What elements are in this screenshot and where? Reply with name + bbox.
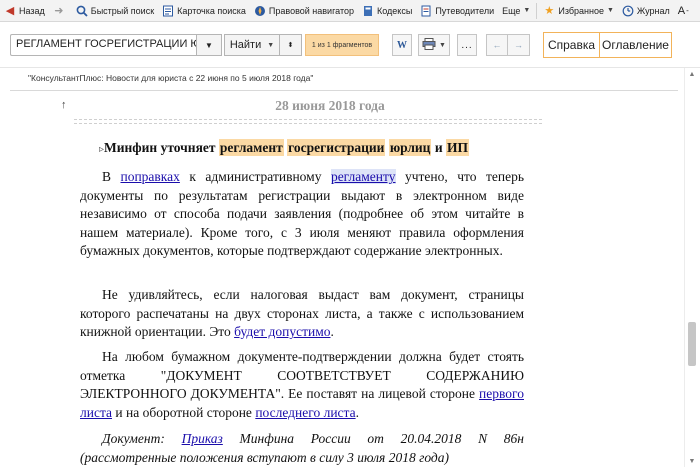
chevron-down-icon: ▼ xyxy=(606,7,614,14)
print-button[interactable]: ▼ xyxy=(418,34,450,56)
favorites-icon: ★ xyxy=(544,4,555,17)
ellipsis-icon: ... xyxy=(461,39,473,51)
more-menu-label: Еще xyxy=(502,5,521,16)
paragraph: В поправках к административному регламен… xyxy=(80,168,524,261)
arrow-right-icon: → xyxy=(514,40,523,50)
favorites-label: Избранное xyxy=(558,5,604,16)
up-down-icon: ⬍ xyxy=(287,42,294,49)
link-permissible[interactable]: будет допустимо xyxy=(234,324,330,339)
font-size-letter: A xyxy=(677,4,686,17)
match-count-badge: 1 из 1 фрагментов xyxy=(305,34,379,56)
toolbar-divider xyxy=(536,2,538,19)
search-highlight: юрлиц xyxy=(388,139,432,156)
paragraph-text: . xyxy=(355,404,359,420)
dashed-divider xyxy=(74,119,542,120)
find-button-label: Найти xyxy=(229,39,262,51)
quick-search-button[interactable]: Быстрый поиск xyxy=(72,0,158,22)
article-title: Минфин уточняет регламент госрегистрации… xyxy=(104,139,524,156)
back-button-label: Назад xyxy=(19,5,45,16)
search-bar: РЕГЛАМЕНТ ГОСРЕГИСТРАЦИИ ЮРЛИЦ ▼ Найти ▼… xyxy=(0,22,700,68)
journal-button[interactable]: Журнал xyxy=(618,0,674,22)
codes-icon xyxy=(362,5,374,17)
back-button[interactable]: ◀ Назад xyxy=(0,0,49,22)
document-view: "КонсультантПлюс: Новости для юриста с 2… xyxy=(0,68,700,467)
codes-label: Кодексы xyxy=(377,5,413,16)
font-size-button[interactable]: A - xyxy=(674,0,693,22)
arrow-left-icon: ← xyxy=(492,40,502,50)
legal-navigator-icon xyxy=(254,5,266,17)
word-icon: W xyxy=(397,39,407,51)
link-order[interactable]: Приказ xyxy=(182,431,223,446)
paragraph: На любом бумажном документе-подтверждени… xyxy=(80,348,524,422)
chevron-down-icon: ▼ xyxy=(523,7,531,14)
journal-label: Журнал xyxy=(636,5,670,16)
paragraph-text: На любом бумажном документе-подтверждени… xyxy=(80,349,524,402)
header-divider xyxy=(10,90,678,91)
forward-arrow-icon: ➜ xyxy=(54,4,64,17)
search-card-icon xyxy=(162,5,174,17)
legal-navigator-label: Правовой навигатор xyxy=(268,5,354,16)
search-history-dropdown[interactable]: ▼ xyxy=(196,34,222,56)
main-toolbar: ◀ Назад ➜ Быстрый поиск Карточка поиска … xyxy=(0,0,700,22)
chevron-down-icon: ▼ xyxy=(267,41,275,49)
tab-contents[interactable]: Оглавление xyxy=(599,32,672,58)
search-highlight: регламент xyxy=(218,139,284,156)
document-reference: Документ: Приказ Минфина России от 20.04… xyxy=(80,430,524,467)
journal-icon xyxy=(622,5,634,17)
more-menu-button[interactable]: Еще ▼ xyxy=(498,0,534,22)
paragraph-text: . xyxy=(330,324,334,340)
find-step-button[interactable]: ⬍ xyxy=(280,34,302,56)
paragraph-text: Документ: xyxy=(102,431,182,446)
prev-document-button[interactable]: ← xyxy=(486,34,508,56)
link-last-page[interactable]: последнего листа xyxy=(255,405,355,420)
more-options-button[interactable]: ... xyxy=(457,34,477,56)
codes-button[interactable]: Кодексы xyxy=(358,0,416,22)
paragraph-text: к административному xyxy=(179,169,331,184)
guides-icon xyxy=(420,5,432,17)
guides-label: Путеводители xyxy=(435,5,495,16)
favorites-button[interactable]: ★ Избранное ▼ xyxy=(539,0,618,22)
link-amendments[interactable]: поправках xyxy=(120,169,179,184)
chevron-down-icon: ▼ xyxy=(205,40,213,50)
search-card-label: Карточка поиска xyxy=(177,5,246,16)
font-size-sign: - xyxy=(686,6,689,15)
forward-button[interactable]: ➜ xyxy=(49,0,72,22)
printer-icon xyxy=(422,38,436,52)
legal-navigator-button[interactable]: Правовой навигатор xyxy=(250,0,358,22)
document-source-header: "КонсультантПлюс: Новости для юриста с 2… xyxy=(28,73,314,83)
guides-button[interactable]: Путеводители xyxy=(416,0,498,22)
search-card-button[interactable]: Карточка поиска xyxy=(158,0,250,22)
title-text: Минфин уточняет xyxy=(104,140,219,155)
search-highlight: госрегистрации xyxy=(287,139,386,156)
paragraph: Не удивляйтесь, если налоговая выдаст ва… xyxy=(80,286,524,342)
title-text: и xyxy=(431,140,446,155)
scroll-up-icon[interactable]: ▲ xyxy=(685,68,699,80)
vertical-scrollbar[interactable]: ▲ ▼ xyxy=(684,68,698,467)
chevron-down-icon: ▼ xyxy=(439,41,446,49)
search-input[interactable]: РЕГЛАМЕНТ ГОСРЕГИСТРАЦИИ ЮРЛИЦ xyxy=(10,34,196,56)
dashed-divider xyxy=(74,123,542,124)
search-icon xyxy=(76,5,88,17)
back-arrow-icon: ◀ xyxy=(5,4,15,17)
next-document-button[interactable]: → xyxy=(508,34,530,56)
quick-search-label: Быстрый поиск xyxy=(90,5,155,16)
scroll-to-top-icon[interactable]: ↑ xyxy=(61,99,67,111)
date-heading: 28 июня 2018 года xyxy=(275,98,385,113)
export-word-button[interactable]: W xyxy=(392,34,412,56)
scrollbar-thumb[interactable] xyxy=(688,322,696,366)
tab-help[interactable]: Справка xyxy=(543,32,600,58)
paragraph-text: В xyxy=(102,169,121,184)
paragraph-text: и на оборотной стороне xyxy=(112,404,256,420)
find-button[interactable]: Найти ▼ xyxy=(224,34,280,56)
scroll-down-icon[interactable]: ▼ xyxy=(685,455,699,467)
search-highlight: ИП xyxy=(445,139,469,156)
link-regulation[interactable]: регламенту xyxy=(330,169,396,184)
